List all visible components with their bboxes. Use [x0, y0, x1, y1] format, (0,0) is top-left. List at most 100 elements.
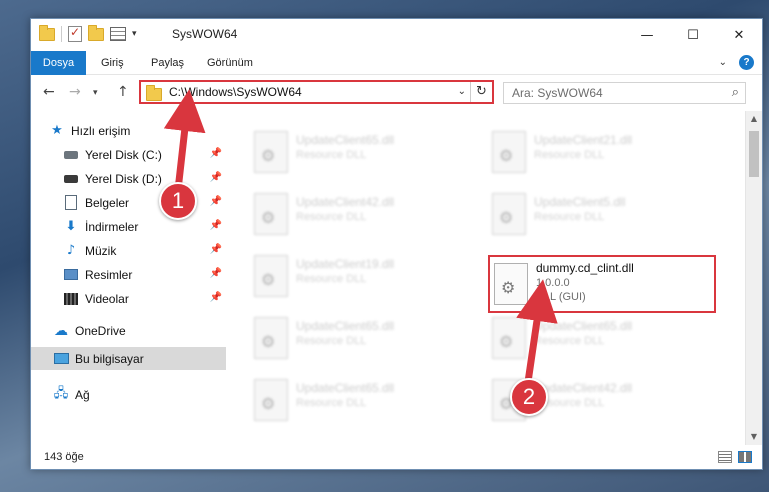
- videos-icon: [63, 291, 79, 307]
- downloads-icon: ⬇: [65, 219, 77, 234]
- documents-icon: [63, 195, 79, 211]
- list-item[interactable]: UpdateClient19.dll Resource DLL: [250, 249, 478, 305]
- pin-icon[interactable]: 📌: [210, 268, 222, 279]
- list-item[interactable]: UpdateClient65.dll Resource DLL: [250, 125, 478, 181]
- item-count: 143 öğe: [44, 451, 84, 463]
- pin-icon[interactable]: 📌: [210, 292, 222, 303]
- scroll-down-icon[interactable]: ▼: [746, 429, 762, 445]
- sidebar-item-label: Ağ: [75, 387, 90, 402]
- customize-toolbar-dropdown-icon[interactable]: ▾: [132, 29, 137, 39]
- file-version: 1.0.0.0: [536, 277, 570, 289]
- address-bar[interactable]: C:\Windows\SysWOW64 ⌄ ↻: [139, 80, 494, 104]
- file-type: Resource DLL: [534, 335, 605, 347]
- scrollbar-thumb[interactable]: [749, 131, 759, 177]
- list-item[interactable]: UpdateClient65.dll Resource DLL: [250, 311, 478, 367]
- status-bar: 143 öğe: [31, 445, 762, 469]
- search-input[interactable]: [512, 85, 712, 101]
- pictures-icon: [63, 267, 79, 283]
- computer-icon: [53, 351, 69, 367]
- sidebar-item-local-disk-d[interactable]: Yerel Disk (D:) 📌: [31, 167, 226, 190]
- sidebar-item-label: Yerel Disk (D:): [85, 171, 162, 186]
- file-name: UpdateClient21.dll: [534, 133, 633, 147]
- file-type: Resource DLL: [534, 149, 605, 161]
- window-controls: — ☐ ✕: [624, 19, 762, 51]
- details-view-icon[interactable]: [718, 451, 732, 463]
- network-icon: 🖧: [53, 385, 69, 401]
- file-list: UpdateClient65.dll Resource DLL UpdateCl…: [226, 111, 740, 445]
- file-name: UpdateClient65.dll: [296, 381, 395, 395]
- sidebar-item-quick-access[interactable]: ★ Hızlı erişim: [31, 119, 226, 142]
- sidebar-item-label: Resimler: [85, 267, 133, 282]
- sidebar-item-videos[interactable]: Videolar 📌: [31, 287, 226, 310]
- address-dropdown-icon[interactable]: ⌄: [458, 86, 466, 97]
- minimize-button[interactable]: —: [624, 19, 670, 51]
- dll-file-icon: [492, 193, 526, 235]
- refresh-icon[interactable]: ↻: [470, 82, 492, 102]
- pin-icon[interactable]: 📌: [210, 220, 222, 231]
- tab-file[interactable]: Dosya: [31, 51, 86, 75]
- maximize-button[interactable]: ☐: [670, 19, 716, 51]
- file-name: UpdateClient65.dll: [296, 133, 395, 147]
- dll-file-icon: [254, 193, 288, 235]
- toolbar-separator: [61, 26, 62, 42]
- sidebar-item-network[interactable]: 🖧 Ağ: [31, 383, 226, 406]
- list-item[interactable]: UpdateClient5.dll Resource DLL: [488, 187, 716, 243]
- file-type: DLL (GUI): [536, 291, 586, 303]
- ribbon: Dosya Giriş Paylaş Görünüm ⌄ ?: [31, 51, 762, 75]
- sidebar-item-label: Müzik: [85, 243, 117, 258]
- close-button[interactable]: ✕: [716, 19, 762, 51]
- music-icon: ♪: [66, 243, 76, 258]
- list-item[interactable]: UpdateClient21.dll Resource DLL: [488, 125, 716, 181]
- sidebar-item-local-disk-c[interactable]: Yerel Disk (C:) 📌: [31, 143, 226, 166]
- navigation-pane: ★ Hızlı erişim Yerel Disk (C:) 📌 Yerel D…: [31, 111, 226, 445]
- vertical-scrollbar[interactable]: ▲ ▼: [745, 111, 762, 445]
- cloud-icon: ☁: [54, 322, 68, 339]
- sidebar-item-this-pc[interactable]: Bu bilgisayar: [31, 347, 226, 370]
- new-folder-icon[interactable]: [88, 24, 104, 41]
- sidebar-item-onedrive[interactable]: ☁ OneDrive: [31, 319, 226, 342]
- tab-home[interactable]: Giriş: [101, 51, 124, 75]
- pin-icon[interactable]: 📌: [210, 244, 222, 255]
- folder-icon: [146, 85, 162, 101]
- pin-icon[interactable]: 📌: [210, 196, 222, 207]
- list-item[interactable]: UpdateClient65.dll Resource DLL: [250, 373, 478, 429]
- dll-file-icon: [494, 263, 528, 305]
- help-icon[interactable]: ?: [739, 55, 754, 70]
- file-type: Resource DLL: [296, 273, 367, 285]
- list-item[interactable]: UpdateClient42.dll Resource DLL: [250, 187, 478, 243]
- pin-icon[interactable]: 📌: [210, 172, 222, 183]
- file-name: UpdateClient42.dll: [534, 381, 633, 395]
- dll-file-icon: [254, 379, 288, 421]
- back-arrow-icon[interactable]: ←: [43, 84, 55, 100]
- file-type: Resource DLL: [296, 149, 367, 161]
- search-box[interactable]: ⌕: [503, 82, 746, 104]
- recent-locations-dropdown-icon[interactable]: ▾: [93, 88, 98, 98]
- large-icons-view-icon[interactable]: [738, 451, 752, 463]
- sidebar-item-label: Yerel Disk (C:): [85, 147, 162, 162]
- explorer-window: ▾ SysWOW64 — ☐ ✕ Dosya Giriş Paylaş Görü…: [30, 18, 763, 470]
- window-title: SysWOW64: [172, 27, 238, 41]
- sidebar-item-downloads[interactable]: ⬇ İndirmeler 📌: [31, 215, 226, 238]
- sidebar-item-label: Bu bilgisayar: [75, 351, 144, 366]
- properties-check-icon[interactable]: [68, 25, 82, 42]
- highlighted-dll-file[interactable]: dummy.cd_clint.dll 1.0.0.0 DLL (GUI): [488, 255, 716, 313]
- file-type: Resource DLL: [296, 211, 367, 223]
- file-name: UpdateClient65.dll: [534, 319, 633, 333]
- tab-view[interactable]: Görünüm: [207, 51, 253, 75]
- sidebar-item-label: İndirmeler: [85, 219, 139, 234]
- address-path[interactable]: C:\Windows\SysWOW64: [169, 85, 302, 99]
- sidebar-item-music[interactable]: ♪ Müzik 📌: [31, 239, 226, 262]
- list-item[interactable]: UpdateClient65.dll Resource DLL: [488, 311, 716, 367]
- sidebar-item-pictures[interactable]: Resimler 📌: [31, 263, 226, 286]
- tab-share[interactable]: Paylaş: [151, 51, 184, 75]
- view-buttons: [718, 451, 752, 463]
- forward-arrow-icon[interactable]: →: [69, 84, 81, 100]
- search-icon[interactable]: ⌕: [732, 85, 739, 100]
- file-type: Resource DLL: [296, 397, 367, 409]
- up-arrow-icon[interactable]: ↑: [117, 84, 129, 100]
- properties-icon[interactable]: [110, 27, 126, 41]
- step-marker-1: 1: [159, 182, 197, 220]
- expand-ribbon-chevron-icon[interactable]: ⌄: [719, 57, 727, 68]
- pin-icon[interactable]: 📌: [210, 148, 222, 159]
- scroll-up-icon[interactable]: ▲: [746, 111, 762, 127]
